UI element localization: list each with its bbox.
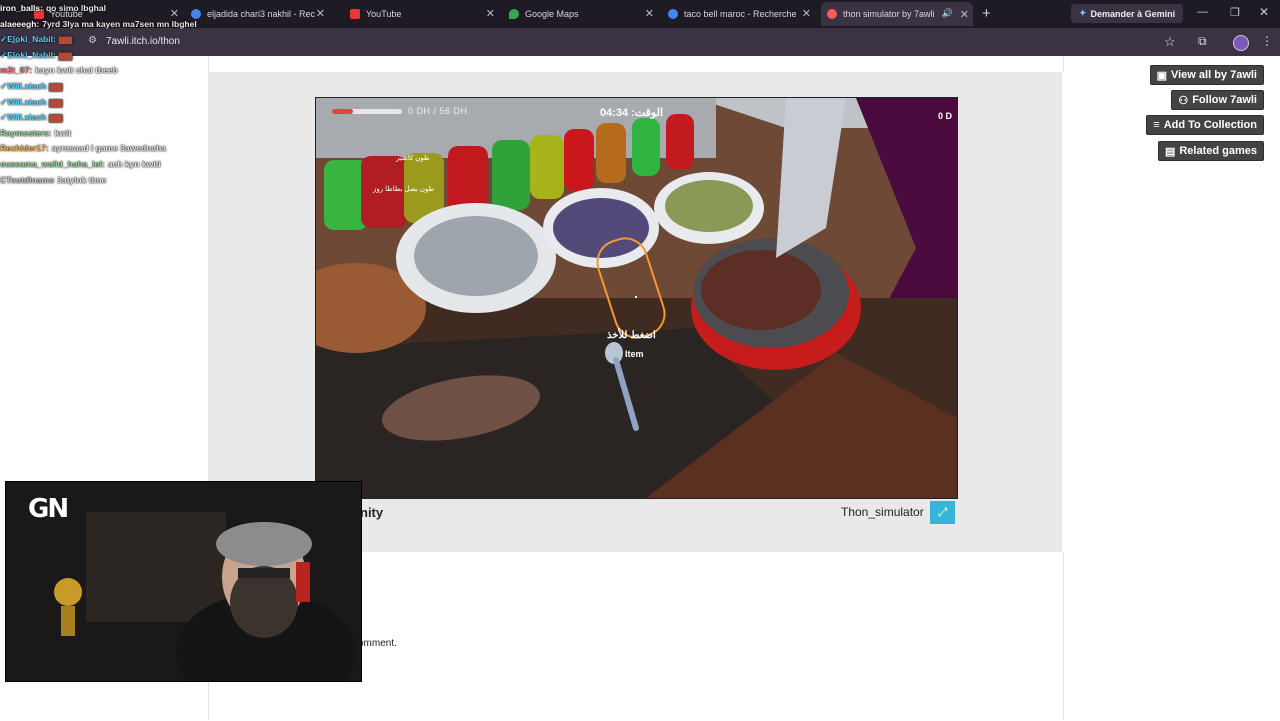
unity-logo-text: nity bbox=[360, 505, 384, 520]
youtube-favicon-icon bbox=[350, 9, 360, 19]
page-top-strip bbox=[208, 56, 1064, 72]
user-plus-icon: ⚇ bbox=[1178, 94, 1189, 107]
chat-message: Raymosters: kwit bbox=[0, 126, 208, 142]
profile-avatar[interactable] bbox=[1233, 35, 1249, 51]
chat-message: ✓Wiil.xiach ▆▆ bbox=[0, 79, 208, 95]
webcam-overlay: GN bbox=[5, 481, 362, 682]
chat-username: oussama_walid_haha_lol: bbox=[0, 158, 105, 169]
view-all-label: View all by 7awli bbox=[1170, 69, 1257, 81]
chat-text: ayrasaad l game 3awednaha bbox=[51, 143, 167, 154]
google-favicon-icon bbox=[668, 9, 678, 19]
chat-text: ach kyn kwiti bbox=[107, 158, 161, 169]
chat-message: Rechider17: ayrasaad l game 3awednaha bbox=[0, 141, 208, 157]
chat-message: m2t_07: kayn kwit chai tbeeb bbox=[0, 63, 208, 79]
game-name-label: Thon_simulator bbox=[841, 505, 924, 519]
close-tab-icon[interactable]: ✕ bbox=[802, 7, 811, 20]
bookmark-star-icon[interactable]: ☆ bbox=[1164, 34, 1176, 50]
close-window-icon[interactable]: ✕ bbox=[1259, 5, 1269, 19]
tab-title: thon simulator by 7awli bbox=[843, 9, 935, 19]
score-label: 0 D bbox=[938, 111, 953, 121]
jar-label-2: طون بصل بطاطا روز bbox=[373, 186, 435, 193]
chat-username: ✓Wiil.xiach bbox=[0, 96, 47, 107]
chat-text: ▆▆ bbox=[49, 80, 63, 91]
maps-pin-icon bbox=[509, 9, 519, 19]
tab-title: taco bell maroc - Recherche Go bbox=[684, 9, 796, 19]
chat-text: qo simo lbghal bbox=[45, 3, 106, 13]
close-tab-icon[interactable]: ✕ bbox=[486, 7, 495, 20]
itch-favicon-icon bbox=[827, 9, 837, 19]
chat-username: ✓Eloki_Nabil: bbox=[0, 34, 56, 45]
gemini-button[interactable]: ✦ Demander à Gemini bbox=[1071, 4, 1184, 23]
chat-username: ✓Wiil.xiach bbox=[0, 112, 47, 123]
chat-message: ✓Eloki_Nabil: ▆▆ bbox=[0, 48, 208, 64]
chat-text: ▆▆ bbox=[49, 96, 63, 107]
chat-message: CToutdinamo 3atyink time bbox=[0, 173, 208, 189]
chat-message: iron_balls: qo simo lbghal bbox=[0, 1, 208, 17]
interaction-prompt: اضغط للأخذ bbox=[607, 330, 656, 341]
chat-text: ▆▆ bbox=[58, 34, 72, 45]
chat-username: ✓Wiil.xiach bbox=[0, 80, 47, 91]
channel-logo: GN bbox=[28, 494, 69, 524]
chat-username: CToutdinamo bbox=[0, 174, 55, 185]
map-icon: ▤ bbox=[1164, 145, 1176, 158]
comment-text: omment. bbox=[358, 638, 397, 649]
tab-title: YouTube bbox=[366, 9, 402, 19]
timer-label: الوقت: 04:34 bbox=[600, 107, 664, 119]
speaker-icon[interactable]: 🔊 bbox=[942, 8, 953, 19]
tab-eljadida[interactable]: eljadida chari3 nakhil - Recherch ✕ bbox=[191, 4, 325, 24]
money-counter: 0 DH / 56 DH bbox=[408, 106, 468, 116]
chat-text: 7yrd 3lya ma kayen ma7sen mn lbghel bbox=[42, 18, 197, 29]
tab-title: eljadida chari3 nakhil - Recherch bbox=[207, 9, 315, 19]
game-canvas[interactable]: 0 DH / 56 DH الوقت: 04:34 0 D طون كاشير … bbox=[315, 97, 958, 499]
tab-thon-simulator[interactable]: thon simulator by 7awli 🔊 ✕ bbox=[821, 2, 973, 26]
close-tab-icon[interactable]: ✕ bbox=[316, 7, 325, 20]
fullscreen-icon: ⤢ bbox=[937, 505, 948, 519]
chat-username: Raymosters: bbox=[0, 127, 52, 138]
tab-google-maps[interactable]: Google Maps ✕ bbox=[509, 4, 654, 24]
chat-text: ▆▆ bbox=[58, 49, 72, 60]
gemini-sparkle-icon: ✦ bbox=[1079, 8, 1087, 18]
chat-text: 3atyink time bbox=[57, 174, 107, 185]
related-games-button[interactable]: ▤ Related games bbox=[1157, 141, 1264, 161]
chat-text: kwit bbox=[54, 127, 72, 138]
item-label: Item bbox=[625, 349, 644, 359]
chat-lines: iron_balls: qo simo lbghal alaeeegh: 7yrd 3… bbox=[0, 1, 208, 188]
chat-text: ▆▆ bbox=[49, 112, 63, 123]
chat-text: kayn kwit chai tbeeb bbox=[35, 65, 118, 76]
follow-label: Follow 7awli bbox=[1192, 94, 1257, 106]
add-to-collection-button[interactable]: ≡ Add To Collection bbox=[1146, 115, 1264, 135]
tab-title: Google Maps bbox=[525, 9, 579, 19]
close-tab-icon[interactable]: ✕ bbox=[645, 7, 654, 20]
minimize-icon[interactable]: — bbox=[1197, 6, 1208, 18]
chat-username: m2t_07: bbox=[0, 65, 33, 76]
chat-username: ✓Eloki_Nabil: bbox=[0, 49, 56, 60]
tab-youtube-2[interactable]: YouTube ✕ bbox=[350, 4, 495, 24]
progress-bar-track bbox=[332, 109, 402, 114]
chat-message: oussama_walid_haha_lol: ach kyn kwiti bbox=[0, 157, 208, 173]
chat-username: Rechider17: bbox=[0, 143, 49, 154]
gallery-icon: ▣ bbox=[1156, 69, 1167, 82]
jar-label-1: طون كاشير bbox=[396, 155, 430, 162]
tab-taco-bell[interactable]: taco bell maroc - Recherche Go ✕ bbox=[668, 4, 811, 24]
new-tab-button[interactable]: + bbox=[982, 5, 991, 22]
fullscreen-button[interactable]: ⤢ bbox=[930, 501, 955, 524]
playlist-add-icon: ≡ bbox=[1153, 119, 1160, 131]
progress-bar-fill bbox=[332, 109, 353, 114]
crosshair bbox=[635, 296, 637, 298]
add-collection-label: Add To Collection bbox=[1163, 119, 1257, 131]
gemini-button-label: Demander à Gemini bbox=[1090, 8, 1176, 19]
menu-kebab-icon[interactable]: ⋮ bbox=[1261, 34, 1273, 48]
close-tab-icon[interactable]: ✕ bbox=[960, 8, 969, 21]
chat-message: ✓Eloki_Nabil: ▆▆ bbox=[0, 32, 208, 48]
extensions-icon[interactable]: ⧉ bbox=[1198, 34, 1207, 49]
chat-message: ✓Wiil.xiach ▆▆ bbox=[0, 95, 208, 111]
chat-username: alaeeegh: bbox=[0, 18, 40, 29]
related-games-label: Related games bbox=[1179, 145, 1257, 157]
chat-message: ✓Wiil.xiach ▆▆ bbox=[0, 110, 208, 126]
chat-username: iron_balls: bbox=[0, 3, 43, 13]
restore-icon[interactable]: ❐ bbox=[1230, 6, 1240, 19]
follow-button[interactable]: ⚇ Follow 7awli bbox=[1171, 90, 1264, 110]
chat-message: alaeeegh: 7yrd 3lya ma kayen ma7sen mn lb… bbox=[0, 17, 208, 33]
view-all-button[interactable]: ▣ View all by 7awli bbox=[1149, 65, 1264, 85]
